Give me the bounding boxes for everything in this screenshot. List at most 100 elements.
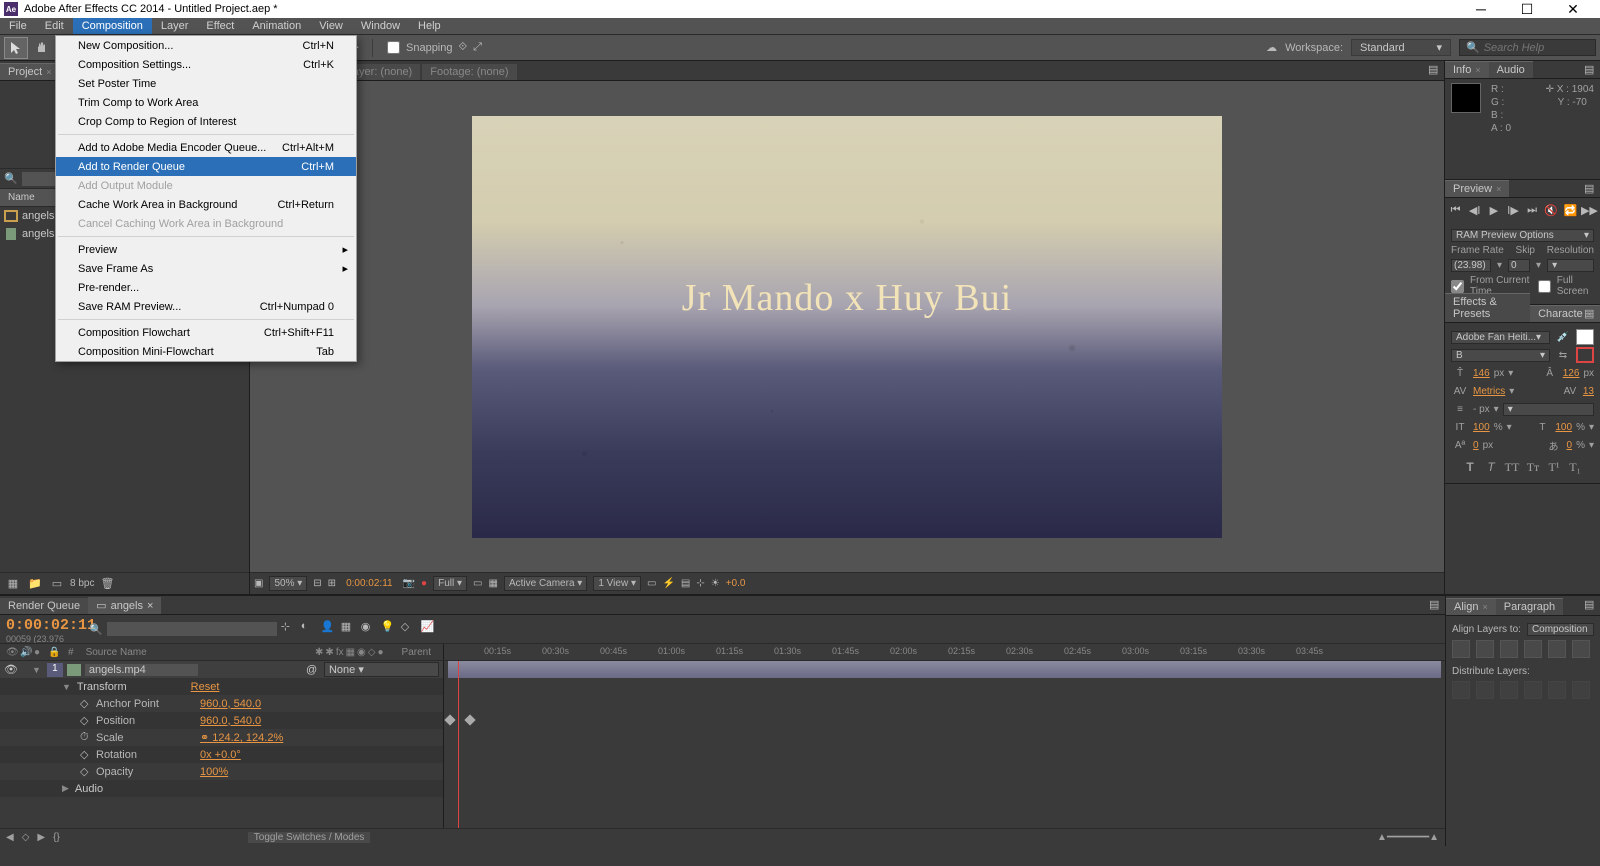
- layer-row[interactable]: 👁 ▼ 1 angels.mp4 @ None ▾: [0, 661, 443, 678]
- interpret-footage-button[interactable]: ▦: [4, 575, 22, 593]
- align-bottom-button[interactable]: [1572, 640, 1590, 658]
- preview-tab[interactable]: Preview×: [1445, 180, 1509, 197]
- delete-button[interactable]: 🗑: [98, 575, 116, 593]
- align-top-button[interactable]: [1524, 640, 1542, 658]
- property-row[interactable]: ◇Opacity100%: [0, 763, 443, 780]
- align-to-dropdown[interactable]: Composition: [1527, 623, 1594, 636]
- property-row[interactable]: ◇Rotation0x +0.0°: [0, 746, 443, 763]
- exposure-value[interactable]: +0.0: [726, 578, 746, 589]
- close-icon[interactable]: ×: [46, 67, 51, 77]
- leading-value[interactable]: 126: [1563, 368, 1580, 379]
- hide-shy-button[interactable]: 👤: [321, 620, 339, 638]
- transparency-grid-icon[interactable]: ▦: [488, 578, 497, 589]
- pixel-aspect-icon[interactable]: ▭: [647, 578, 656, 589]
- menu-item[interactable]: New Composition...Ctrl+N: [56, 36, 356, 55]
- toggle-switches-button[interactable]: Toggle Switches / Modes: [248, 832, 371, 843]
- comp-mini-flowchart-button[interactable]: ⊹: [281, 620, 299, 638]
- menu-item[interactable]: Composition FlowchartCtrl+Shift+F11: [56, 323, 356, 342]
- panel-menu-icon[interactable]: ▤: [1584, 598, 1598, 612]
- nav-next-key-icon[interactable]: ▶: [37, 832, 45, 843]
- search-help-input[interactable]: [1484, 42, 1589, 54]
- visibility-toggle[interactable]: 👁: [4, 663, 18, 677]
- distribute-left-button[interactable]: [1524, 681, 1542, 699]
- new-comp-button[interactable]: ▭: [48, 575, 66, 593]
- tsume-value[interactable]: 0: [1567, 440, 1573, 451]
- menu-help[interactable]: Help: [409, 18, 450, 34]
- next-frame-button[interactable]: Ⅰ▶: [1504, 202, 1521, 218]
- twirl-icon[interactable]: ▼: [62, 682, 71, 692]
- small-caps-button[interactable]: Tᴛ: [1525, 459, 1541, 475]
- graph-editor-button[interactable]: 📈: [421, 620, 439, 638]
- stopwatch-icon[interactable]: ◇: [80, 697, 92, 710]
- swap-colors-icon[interactable]: ⇆: [1554, 347, 1572, 363]
- twirl-icon[interactable]: ▶: [62, 783, 69, 794]
- menu-item[interactable]: Preview▸: [56, 240, 356, 259]
- last-frame-button[interactable]: ⏭: [1524, 202, 1541, 218]
- timeline-track-area[interactable]: [444, 661, 1445, 828]
- all-caps-button[interactable]: TT: [1504, 459, 1520, 475]
- align-right-button[interactable]: [1500, 640, 1518, 658]
- stopwatch-icon[interactable]: ◇: [80, 714, 92, 727]
- play-button[interactable]: ▶: [1485, 202, 1502, 218]
- pickwhip-icon[interactable]: @: [306, 664, 320, 676]
- distribute-vcenter-button[interactable]: [1476, 681, 1494, 699]
- skip-input[interactable]: [1508, 259, 1530, 272]
- workspace-dropdown[interactable]: Standard▾: [1351, 39, 1451, 56]
- prev-frame-button[interactable]: ◀Ⅰ: [1466, 202, 1483, 218]
- camera-dropdown[interactable]: Active Camera ▾: [504, 576, 587, 591]
- resolution-down-icon[interactable]: ⊟: [313, 578, 321, 589]
- time-ruler[interactable]: 00:15s00:30s00:45s01:00s01:15s01:30s01:4…: [444, 644, 1445, 660]
- resolution-dropdown[interactable]: Full ▾: [433, 576, 467, 591]
- eyedropper-icon[interactable]: 💉: [1554, 329, 1572, 345]
- playhead[interactable]: [458, 661, 459, 828]
- project-tab[interactable]: Project×: [0, 63, 60, 80]
- roi-icon[interactable]: ▭: [473, 578, 482, 589]
- menu-view[interactable]: View: [310, 18, 352, 34]
- view-layout-dropdown[interactable]: 1 View ▾: [593, 576, 641, 591]
- keyframe-icon[interactable]: [464, 714, 475, 725]
- menu-layer[interactable]: Layer: [152, 18, 198, 34]
- stroke-style-dropdown[interactable]: ▾: [1503, 403, 1594, 416]
- hscale-value[interactable]: 100: [1555, 422, 1572, 433]
- menu-item[interactable]: Trim Comp to Work Area: [56, 93, 356, 112]
- property-value[interactable]: 960.0, 540.0: [200, 698, 261, 710]
- distribute-bottom-button[interactable]: [1500, 681, 1518, 699]
- stopwatch-icon[interactable]: ⏱: [80, 731, 92, 744]
- snapshot-icon[interactable]: 📷: [403, 578, 415, 589]
- faux-bold-button[interactable]: T: [1462, 459, 1478, 475]
- font-size-value[interactable]: 146: [1473, 368, 1490, 379]
- selection-tool[interactable]: [4, 37, 28, 59]
- render-queue-tab[interactable]: Render Queue: [0, 598, 88, 614]
- menu-item[interactable]: Save RAM Preview...Ctrl+Numpad 0: [56, 297, 356, 316]
- menu-item[interactable]: Add to Render QueueCtrl+M: [56, 157, 356, 176]
- first-frame-button[interactable]: ⏮: [1447, 202, 1464, 218]
- minimize-button[interactable]: ─: [1458, 0, 1504, 18]
- twirl-icon[interactable]: ▼: [32, 665, 41, 675]
- property-value[interactable]: 100%: [200, 766, 228, 778]
- flowchart-icon[interactable]: ⊹: [696, 578, 704, 589]
- motion-blur-button[interactable]: ◉: [361, 620, 379, 638]
- reset-button[interactable]: Reset: [191, 681, 220, 693]
- menu-item[interactable]: Cache Work Area in BackgroundCtrl+Return: [56, 195, 356, 214]
- ram-preview-options-dropdown[interactable]: RAM Preview Options ▾: [1451, 229, 1594, 242]
- baseline-value[interactable]: 0: [1473, 440, 1479, 451]
- composition-menu-dropdown[interactable]: New Composition...Ctrl+NComposition Sett…: [55, 35, 357, 362]
- ram-preview-button[interactable]: ▶▶: [1581, 202, 1598, 218]
- draft-3d-button[interactable]: ◐: [301, 620, 319, 638]
- font-family-dropdown[interactable]: Adobe Fan Heiti...▾: [1451, 331, 1550, 344]
- tracking-value[interactable]: 13: [1583, 386, 1594, 397]
- fill-color-swatch[interactable]: [1576, 329, 1594, 345]
- align-tab[interactable]: Align×: [1446, 598, 1496, 615]
- menu-item[interactable]: Composition Mini-FlowchartTab: [56, 342, 356, 361]
- snap-icon[interactable]: ⟐: [459, 41, 468, 54]
- transform-group[interactable]: ▼ Transform Reset: [0, 678, 443, 695]
- close-icon[interactable]: ×: [147, 600, 153, 612]
- menu-item[interactable]: Set Poster Time: [56, 74, 356, 93]
- from-current-time-checkbox[interactable]: [1451, 280, 1464, 293]
- distribute-right-button[interactable]: [1572, 681, 1590, 699]
- search-help[interactable]: 🔍: [1459, 39, 1596, 56]
- panel-menu-icon[interactable]: ▤: [1584, 63, 1598, 77]
- property-row[interactable]: ◇Anchor Point960.0, 540.0: [0, 695, 443, 712]
- menu-composition[interactable]: Composition: [73, 18, 152, 34]
- frame-rate-input[interactable]: [1451, 259, 1491, 272]
